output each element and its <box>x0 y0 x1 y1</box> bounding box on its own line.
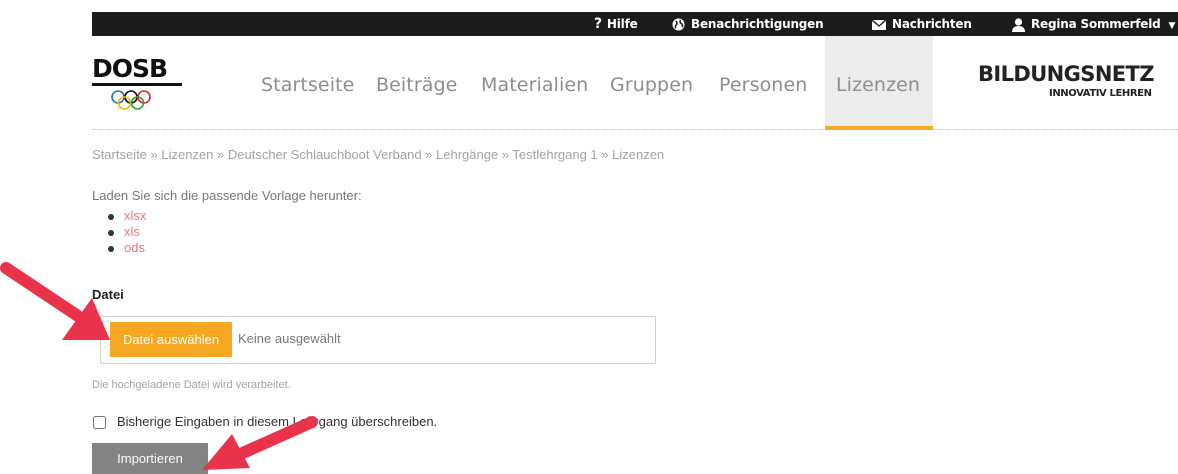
nav-lizenzen[interactable]: Lizenzen <box>836 74 920 96</box>
globe-icon <box>672 18 685 31</box>
download-xlsx-link[interactable]: xlsx <box>124 208 146 223</box>
overwrite-checkbox[interactable] <box>93 416 106 429</box>
template-download-list: xlsx xls ods <box>108 208 146 256</box>
bullet-icon <box>108 229 114 236</box>
header-divider <box>92 129 1178 130</box>
brand-title: BILDUNGSNETZ <box>978 62 1155 86</box>
list-item: xls <box>108 224 146 240</box>
help-link[interactable]: ? Hilfe <box>594 12 638 36</box>
annotation-arrow-icon <box>0 262 110 340</box>
download-xls-link[interactable]: xls <box>124 224 140 239</box>
dosb-logo-graphic: DOSB <box>92 54 182 110</box>
nav-personen[interactable]: Personen <box>719 74 807 96</box>
nav-materialien[interactable]: Materialien <box>481 74 588 96</box>
user-icon <box>1012 17 1025 32</box>
question-icon: ? <box>594 16 602 32</box>
top-bar: ? Hilfe Benachrichtigungen Nachrichten Re… <box>92 12 1178 36</box>
dosb-logo[interactable]: DOSB <box>92 54 184 115</box>
list-item: xlsx <box>108 208 146 224</box>
file-status-text: Keine ausgewählt <box>238 331 341 346</box>
nav-startseite[interactable]: Startseite <box>261 74 354 96</box>
nav-beitraege[interactable]: Beiträge <box>376 74 457 96</box>
choose-file-button[interactable]: Datei auswählen <box>110 322 232 357</box>
caret-down-icon: ▼ <box>1168 21 1176 31</box>
brand-subtitle: INNOVATIV LEHREN <box>1049 88 1152 99</box>
user-menu[interactable]: Regina Sommerfeld ▼ <box>1012 12 1175 36</box>
download-intro: Laden Sie sich die passende Vorlage heru… <box>92 188 362 203</box>
nav-gruppen[interactable]: Gruppen <box>610 74 693 96</box>
messages-link[interactable]: Nachrichten <box>872 12 972 36</box>
breadcrumb[interactable]: Startseite » Lizenzen » Deutscher Schlau… <box>92 147 664 162</box>
bullet-icon <box>108 245 114 252</box>
bullet-icon <box>108 213 114 220</box>
download-ods-link[interactable]: ods <box>124 240 145 255</box>
annotation-arrow-icon <box>202 416 318 470</box>
import-button[interactable]: Importieren <box>92 443 208 474</box>
file-help-text: Die hochgeladene Datei wird verarbeitet. <box>92 379 291 391</box>
logo-text: DOSB <box>92 55 167 83</box>
envelope-icon <box>872 19 886 30</box>
notifications-link[interactable]: Benachrichtigungen <box>672 12 824 36</box>
list-item: ods <box>108 240 146 256</box>
